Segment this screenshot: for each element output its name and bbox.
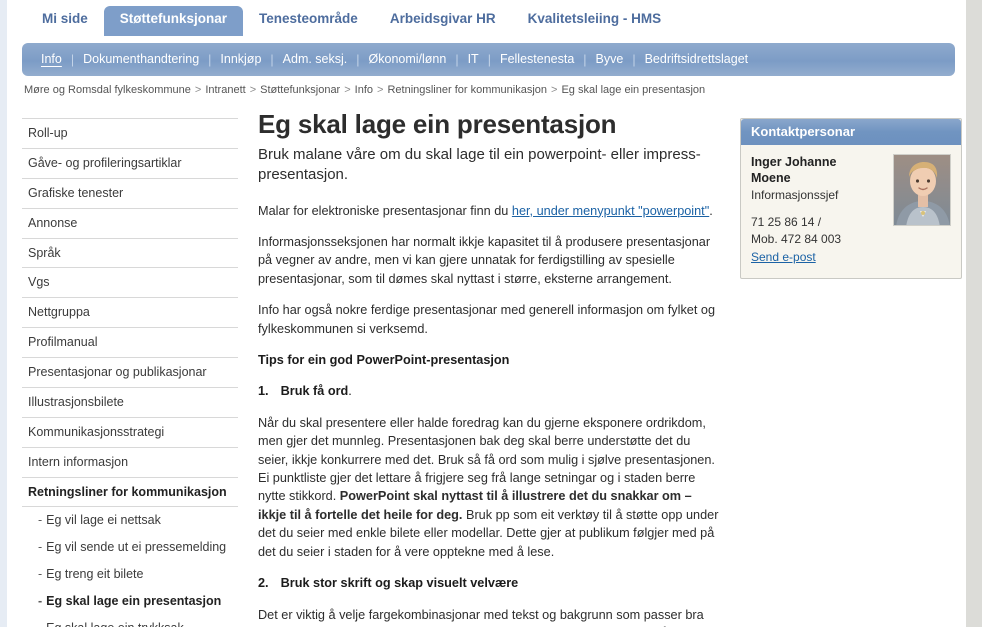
sidebar-subitem-dash: - bbox=[38, 513, 43, 528]
primary-navigation: Mi side Støttefunksjonar Tenesteområde Arbe… bbox=[7, 0, 965, 36]
sidebar-submenu: - Eg vil lage ei nettsak - Eg vil sende ut … bbox=[22, 507, 238, 627]
top-tab-3[interactable]: Arbeidsgivar HR bbox=[374, 6, 512, 36]
breadcrumb-item-1[interactable]: Intranett bbox=[205, 84, 245, 96]
sidebar-item-9[interactable]: Illustrasjonsbilete bbox=[22, 388, 238, 418]
page-title: Eg skal lage ein presentasjon bbox=[258, 109, 617, 139]
top-tab-4[interactable]: Kvalitetsleiing - HMS bbox=[512, 6, 678, 36]
sidebar-item-4[interactable]: Språk bbox=[22, 239, 238, 269]
breadcrumb-separator: > bbox=[344, 84, 351, 96]
contact-name: Inger Johanne Moene bbox=[751, 155, 837, 186]
sidebar-subitem-dash: - bbox=[38, 594, 43, 608]
contact-mobile: Mob. 472 84 003 bbox=[751, 231, 842, 246]
sidebar-subitem-1[interactable]: - Eg vil sende ut ei pressemelding bbox=[22, 534, 238, 561]
sidebar-subitem-dash: - bbox=[38, 621, 42, 627]
contact-box: Kontaktpersonar Inger Johanne Moene Info… bbox=[740, 118, 962, 280]
subnav-item-4[interactable]: Økonomi/lønn bbox=[360, 53, 456, 66]
breadcrumb-separator: > bbox=[194, 84, 202, 96]
breadcrumb: Møre og Romsdal fylkeskommune > Intranett >… bbox=[24, 84, 944, 96]
sidebar-subitem-0[interactable]: - Eg vil lage ei nettsak bbox=[22, 507, 238, 534]
link-prefix-text: Malar for elektroniske presentasjonar fi… bbox=[258, 203, 512, 218]
link-suffix-text: . bbox=[709, 203, 713, 218]
subnav-separator: | bbox=[208, 52, 212, 67]
sidebar-menu: Roll-up Gåve- og profileringsartiklar Graf… bbox=[22, 118, 238, 508]
breadcrumb-item-5[interactable]: Eg skal lage ein presentasjon bbox=[561, 84, 705, 96]
subnav-item-0[interactable]: Info bbox=[32, 53, 71, 66]
subnav-item-7[interactable]: Byve bbox=[587, 53, 633, 66]
subnav-item-1[interactable]: Dokumenthandtering bbox=[74, 53, 208, 66]
portrait-photo-icon bbox=[894, 155, 950, 225]
subnav-item-2[interactable]: Innkjøp bbox=[211, 53, 270, 66]
sidebar-item-1[interactable]: Gåve- og profileringsartiklar bbox=[22, 149, 238, 179]
contact-box-header: Kontaktpersonar bbox=[741, 119, 961, 145]
subnav-separator: | bbox=[632, 52, 636, 67]
breadcrumb-item-0[interactable]: Møre og Romsdal fylkeskommune bbox=[24, 84, 191, 96]
sidebar-item-8[interactable]: Presentasjonar og publikasjonar bbox=[22, 358, 238, 388]
page-root: Mi side Støttefunksjonar Tenesteområde Arbe… bbox=[0, 0, 982, 627]
breadcrumb-item-2[interactable]: Støttefunksjonar bbox=[260, 84, 340, 96]
paragraph-capacity: Informasjonsseksjonen har normalt ikkje … bbox=[258, 235, 711, 286]
breadcrumb-item-3[interactable]: Info bbox=[355, 84, 373, 96]
sidebar-item-11[interactable]: Intern informasjon bbox=[22, 448, 238, 478]
sidebar-item-10[interactable]: Kommunikasjonsstrategi bbox=[22, 418, 238, 448]
top-tab-0[interactable]: Mi side bbox=[26, 6, 104, 36]
page-left-gutter bbox=[0, 0, 7, 627]
sidebar-subitem-4[interactable]: -Eg skal lage ein trykksak bbox=[22, 615, 238, 627]
sidebar-subitem-2[interactable]: - Eg treng eit bilete bbox=[22, 561, 238, 588]
breadcrumb-item-4[interactable]: Retningsliner for kommunikasjon bbox=[387, 84, 547, 96]
sidebar-item-3[interactable]: Annonse bbox=[22, 209, 238, 239]
page-lede: Bruk malane våre om du skal lage til ein… bbox=[258, 146, 701, 184]
tip-1-body: Når du skal presentere eller halde fored… bbox=[258, 414, 722, 561]
sidebar-subitem-dash: - bbox=[38, 540, 43, 555]
subnav-item-8[interactable]: Bedriftsidrettslaget bbox=[636, 53, 758, 66]
sidebar-item-0[interactable]: Roll-up bbox=[22, 119, 238, 149]
tips-heading: Tips for ein god PowerPoint-presentasjon bbox=[258, 353, 510, 368]
subnav-separator: | bbox=[356, 52, 360, 67]
breadcrumb-separator: > bbox=[551, 84, 558, 96]
subnav-separator: | bbox=[270, 52, 274, 67]
send-email-link[interactable]: Send e-post bbox=[751, 250, 816, 264]
powerpoint-templates-link[interactable]: her, under menypunkt "powerpoint" bbox=[512, 204, 709, 218]
sidebar-subitem-dash: - bbox=[38, 567, 43, 582]
sidebar-item-12[interactable]: Retningsliner for kommunikasjon bbox=[22, 478, 238, 508]
subnav-separator: | bbox=[455, 52, 459, 67]
sidebar-item-5[interactable]: Vgs bbox=[22, 268, 238, 299]
tip-1-title: Bruk få ord bbox=[280, 384, 349, 399]
subnav-item-3[interactable]: Adm. seksj. bbox=[274, 53, 357, 66]
subnav-separator: | bbox=[70, 52, 75, 67]
secondary-navigation: Info | Dokumenthandtering | Innkjøp | Adm. sek… bbox=[22, 43, 955, 76]
tip-1-number: 1. bbox=[258, 384, 269, 399]
sidebar-item-2[interactable]: Grafiske tenester bbox=[22, 179, 238, 209]
subnav-item-6[interactable]: Fellestenesta bbox=[491, 53, 583, 66]
top-tab-1[interactable]: Støttefunksjonar bbox=[103, 6, 244, 36]
tip-2-heading: 2. Bruk stor skrift og skap visuelt velvæ… bbox=[258, 574, 722, 592]
tip-1-heading: 1. Bruk få ord. bbox=[258, 382, 722, 400]
sidebar-subitem-label: Eg skal lage ein trykksak bbox=[46, 621, 184, 627]
main-content: Eg skal lage ein presentasjon Bruk malan… bbox=[258, 109, 722, 627]
top-tab-2[interactable]: Tenesteområde bbox=[243, 6, 374, 36]
tip-1-title-suffix: . bbox=[348, 384, 352, 399]
subnav-item-5[interactable]: IT bbox=[459, 53, 488, 66]
sidebar-subitem-label: Eg vil sende ut ei pressemelding bbox=[46, 540, 227, 555]
sidebar: Roll-up Gåve- og profileringsartiklar Graf… bbox=[22, 118, 238, 627]
right-rail: Kontaktpersonar Inger Johanne Moene Info… bbox=[740, 118, 962, 280]
subnav-separator: | bbox=[487, 52, 491, 67]
sidebar-subitem-label: Eg vil lage ei nettsak bbox=[46, 513, 161, 528]
contact-box-body: Inger Johanne Moene Informasjonssjef 71 … bbox=[741, 145, 961, 278]
paragraph-ready-made: Info har også nokre ferdige presentasjon… bbox=[258, 303, 716, 336]
subnav-separator: | bbox=[583, 52, 587, 67]
page-scrollbar[interactable] bbox=[965, 0, 982, 627]
intro-paragraph-with-link: Malar for elektroniske presentasjonar fi… bbox=[258, 202, 722, 220]
sidebar-subitem-label: Eg skal lage ein presentasjon bbox=[46, 594, 222, 608]
sidebar-item-7[interactable]: Profilmanual bbox=[22, 328, 238, 358]
tip-2-number: 2. bbox=[258, 576, 269, 591]
sidebar-item-6[interactable]: Nettgruppa bbox=[22, 298, 238, 329]
tip-2-body: Det er viktig å velje fargekombinasjonar… bbox=[258, 607, 707, 627]
breadcrumb-separator: > bbox=[249, 84, 257, 96]
tip-2-title: Bruk stor skrift og skap visuelt velvære bbox=[280, 576, 519, 591]
sidebar-subitem-3[interactable]: - Eg skal lage ein presentasjon bbox=[22, 588, 238, 615]
contact-photo bbox=[893, 154, 951, 226]
sidebar-subitem-label: Eg treng eit bilete bbox=[46, 567, 144, 582]
breadcrumb-separator: > bbox=[377, 84, 384, 96]
